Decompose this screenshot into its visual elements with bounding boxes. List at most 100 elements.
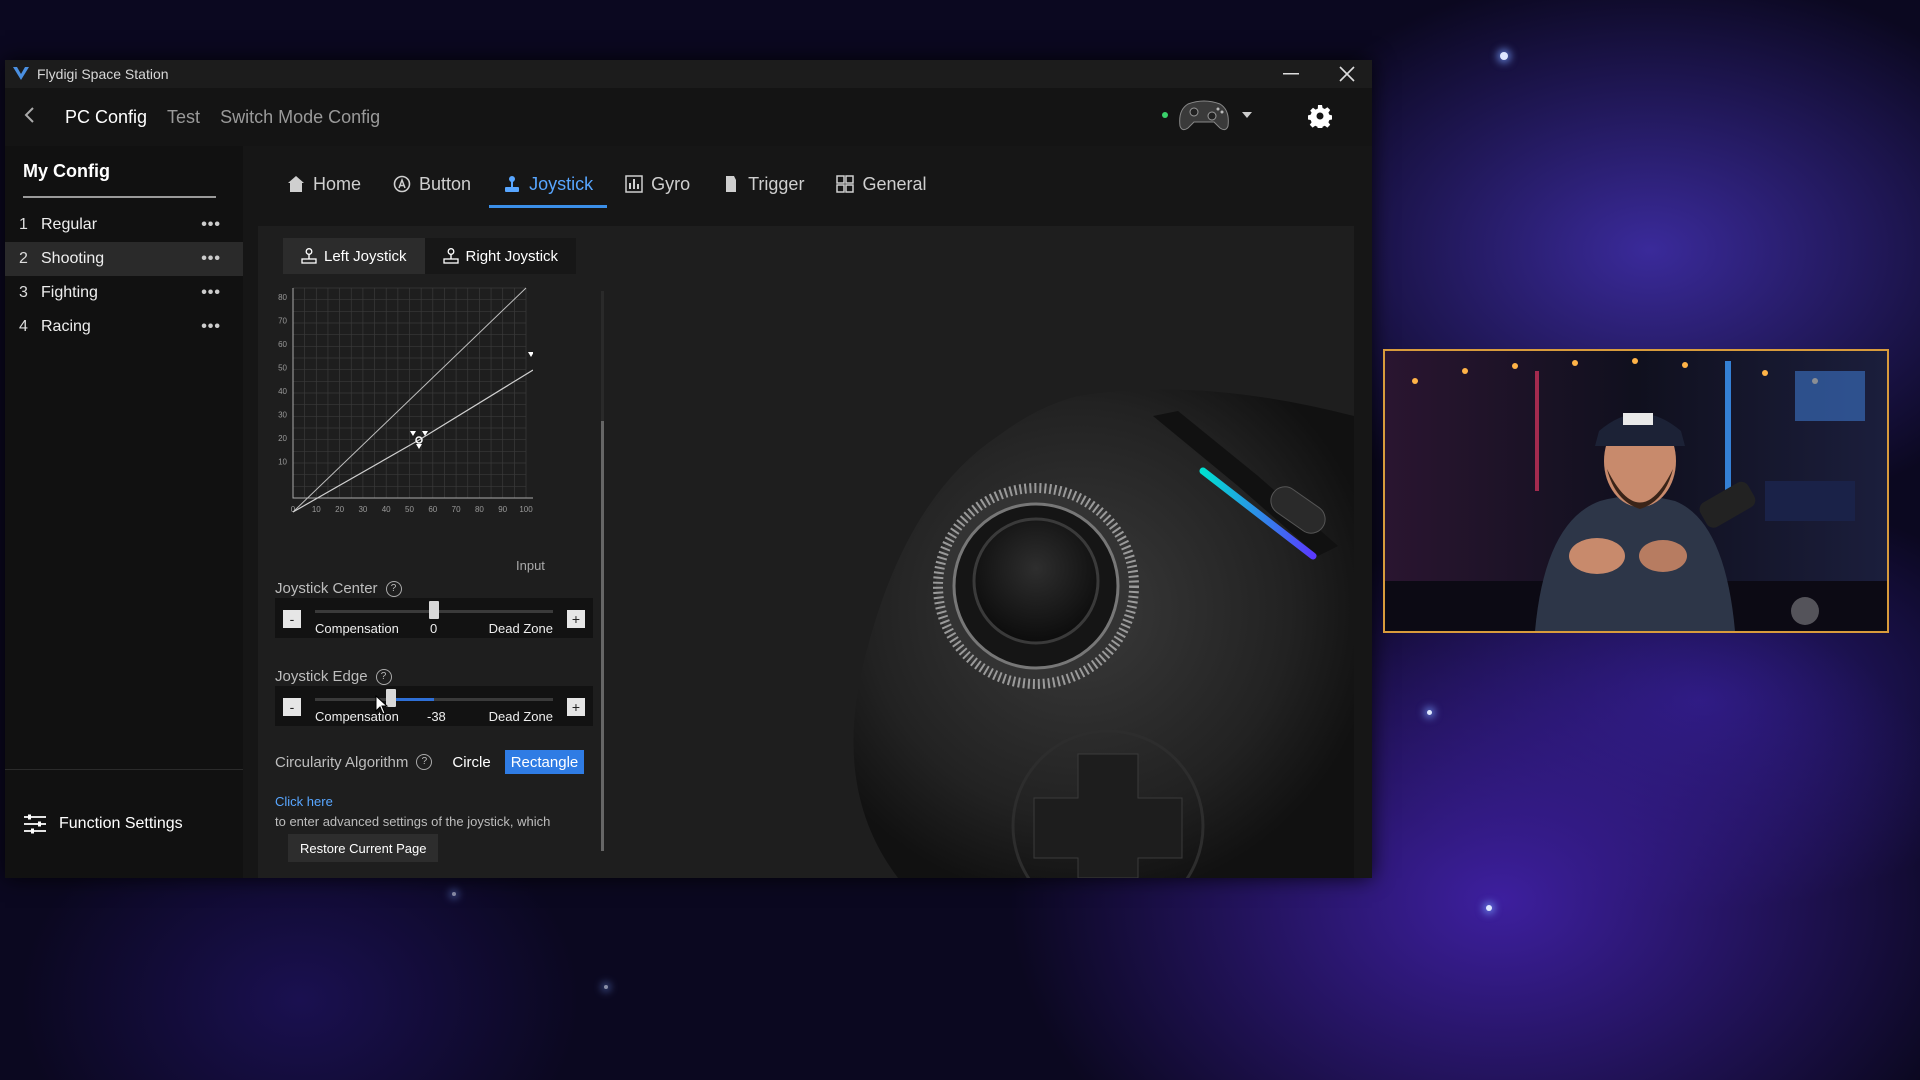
gamepad-icon — [1179, 100, 1229, 131]
device-selector[interactable] — [1162, 98, 1252, 132]
rectangle-option[interactable]: Rectangle — [504, 750, 585, 774]
config-item-label: Regular — [41, 216, 98, 233]
background-star — [1486, 905, 1492, 911]
config-item-number: 1 — [19, 216, 28, 233]
config-item-label: Racing — [41, 318, 91, 335]
x-tick-label: 80 — [475, 505, 484, 514]
x-tick-label: 20 — [335, 505, 344, 514]
increase-button[interactable]: + — [567, 698, 585, 716]
dead-zone-label: Dead Zone — [488, 709, 553, 724]
close-button[interactable] — [1324, 60, 1370, 88]
joystick-edge-label: Joystick Edge — [275, 668, 368, 685]
x-tick-label: 70 — [452, 505, 461, 514]
back-button[interactable] — [23, 104, 45, 130]
joystick-subtabs: Left Joystick Right Joystick — [283, 238, 577, 274]
nav-test[interactable]: Test — [167, 107, 200, 128]
y-tick-label: 10 — [278, 458, 287, 467]
joystick-edge-heading: Joystick Edge ? — [275, 668, 392, 685]
tab-trigger[interactable]: Trigger — [708, 160, 818, 208]
x-tick-label: 30 — [358, 505, 367, 514]
graph-grid — [292, 287, 533, 499]
advanced-settings-link[interactable]: Click here — [275, 794, 333, 809]
curve-handle-edge[interactable] — [528, 352, 533, 370]
tab-button[interactable]: Button — [379, 160, 485, 208]
decrease-button[interactable]: - — [283, 698, 301, 716]
tab-gyro[interactable]: Gyro — [611, 160, 704, 208]
webcam-overlay — [1383, 349, 1889, 633]
tab-label: General — [862, 173, 927, 194]
nav-switch-mode-config[interactable]: Switch Mode Config — [220, 107, 380, 128]
slider-value: 0 — [430, 621, 438, 636]
config-item-regular[interactable]: 1 Regular ••• — [5, 208, 243, 242]
config-item-shooting[interactable]: 2 Shooting ••• — [5, 242, 243, 276]
close-icon — [1339, 66, 1355, 82]
x-tick-label: 100 — [519, 505, 533, 514]
window-title: Flydigi Space Station — [37, 66, 169, 82]
x-tick-label: 10 — [312, 505, 321, 514]
connection-status-dot — [1162, 112, 1168, 118]
chevron-left-icon — [24, 107, 34, 123]
x-tick-label: 60 — [428, 505, 437, 514]
compensation-label: Compensation — [315, 621, 399, 636]
restore-current-page-button[interactable]: Restore Current Page — [288, 834, 439, 862]
minimize-icon — [1283, 73, 1299, 75]
help-icon[interactable]: ? — [375, 668, 392, 685]
nav-pc-config[interactable]: PC Config — [65, 107, 147, 128]
circle-option[interactable]: Circle — [446, 750, 496, 774]
tab-joystick[interactable]: Joystick — [489, 160, 608, 208]
y-tick-label: 30 — [278, 411, 287, 420]
feature-tabs: Home Button Joystick Gyro Trigger Genera… — [243, 146, 1372, 208]
sidebar-divider — [23, 196, 216, 198]
scrollbar-thumb[interactable] — [601, 421, 604, 851]
sidebar-header: My Config — [23, 161, 110, 181]
subtab-left-joystick[interactable]: Left Joystick — [283, 238, 425, 274]
increase-button[interactable]: + — [567, 610, 585, 628]
joystick-icon — [442, 248, 459, 264]
title-bar: Flydigi Space Station — [5, 60, 1372, 88]
more-options-icon[interactable]: ••• — [201, 216, 221, 234]
tab-general[interactable]: General — [822, 160, 940, 208]
x-tick-label: 90 — [498, 505, 507, 514]
graph-x-axis-label: Input — [516, 558, 545, 573]
slider-track[interactable] — [315, 698, 553, 701]
function-settings-button[interactable]: Function Settings — [5, 769, 243, 878]
flydigi-logo-icon — [13, 67, 29, 80]
minimize-button[interactable] — [1268, 60, 1314, 88]
background-star — [1500, 52, 1508, 60]
help-icon[interactable]: ? — [416, 754, 433, 770]
slider-fill — [391, 698, 434, 701]
joystick-edge-slider[interactable]: - Compensation -38 Dead Zone + — [275, 686, 593, 726]
webcam-video-frame — [1385, 351, 1887, 631]
mouse-cursor-icon — [375, 695, 389, 715]
more-options-icon[interactable]: ••• — [201, 318, 221, 336]
more-options-icon[interactable]: ••• — [201, 250, 221, 268]
advanced-settings-hint: to enter advanced settings of the joysti… — [275, 814, 551, 829]
config-item-racing[interactable]: 4 Racing ••• — [5, 310, 243, 344]
joystick-center-slider[interactable]: - Compensation 0 Dead Zone + — [275, 598, 593, 638]
subtab-right-joystick[interactable]: Right Joystick — [424, 238, 577, 274]
y-tick-label: 20 — [278, 434, 287, 443]
grid-icon — [836, 175, 855, 193]
controller-image — [853, 389, 1354, 878]
more-options-icon[interactable]: ••• — [201, 284, 221, 302]
panel-scrollbar[interactable] — [601, 291, 604, 851]
background-star — [452, 892, 456, 896]
home-icon — [288, 176, 304, 192]
tab-label: Trigger — [748, 173, 805, 194]
slider-value: -38 — [427, 709, 446, 724]
subtab-label: Right Joystick — [465, 247, 559, 265]
config-item-fighting[interactable]: 3 Fighting ••• — [5, 276, 243, 310]
tab-label: Home — [313, 173, 362, 194]
background-star — [1427, 710, 1432, 715]
dead-zone-label: Dead Zone — [488, 621, 553, 636]
config-sidebar: My Config 1 Regular ••• 2 Shooting ••• 3… — [5, 146, 243, 878]
slider-thumb[interactable] — [429, 601, 439, 619]
joystick-response-curve[interactable]: 8070605040302010 0 10 20 30 40 50 60 70 80 90 100 — [273, 286, 533, 522]
tab-home[interactable]: Home — [273, 160, 375, 208]
decrease-button[interactable]: - — [283, 610, 301, 628]
circularity-label: Circularity Algorithm — [275, 753, 409, 771]
response-curve-line — [292, 369, 533, 513]
help-icon[interactable]: ? — [385, 580, 402, 597]
chevron-down-icon — [1242, 112, 1252, 118]
gear-icon[interactable] — [1308, 104, 1332, 128]
